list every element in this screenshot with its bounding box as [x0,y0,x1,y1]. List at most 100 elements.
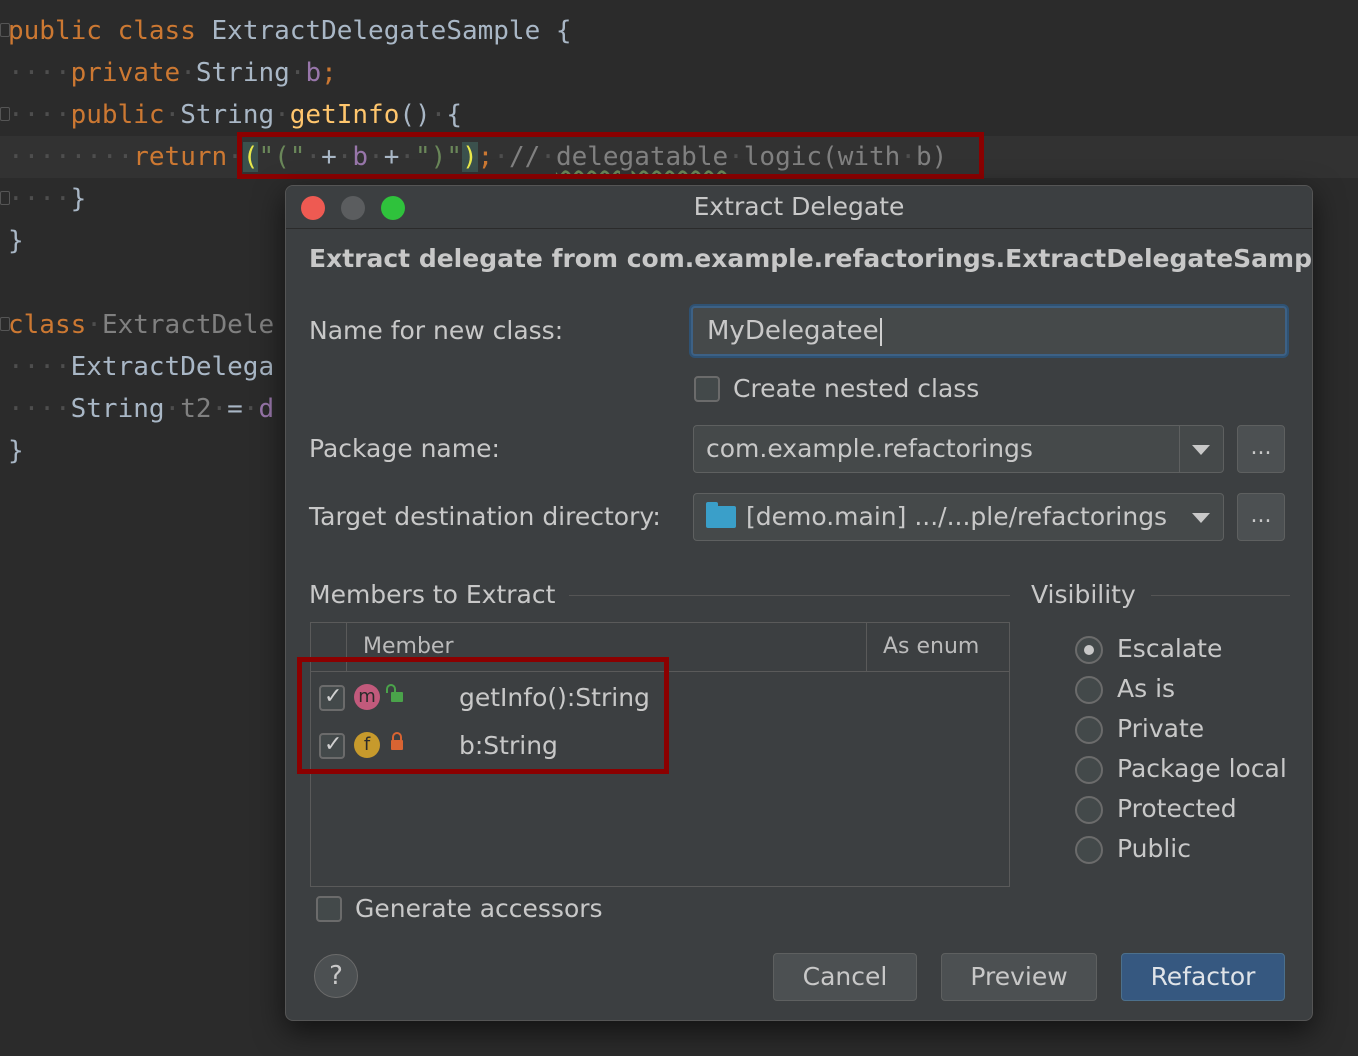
code-line[interactable]: ····} [8,178,86,220]
code-token: · [274,100,290,130]
target-browse-button[interactable]: ... [1237,493,1285,541]
code-token: () [399,100,431,130]
code-token: private [70,58,181,88]
code-token: getInfo [289,100,400,130]
code-line[interactable]: ····private·String·b; [8,52,337,94]
visibility-radio-escalate[interactable] [1075,636,1103,664]
visibility-label-escalate[interactable]: Escalate [1117,634,1222,663]
visibility-radio-as-is[interactable] [1075,676,1103,704]
section-divider [569,595,1010,596]
target-directory-label: Target destination directory: [309,502,661,531]
class-name-value: MyDelegatee [707,316,879,346]
code-token: · [180,58,196,88]
text-caret [879,317,882,346]
code-token: ExtractDelega [70,352,275,382]
create-nested-class-checkbox[interactable] [694,376,720,402]
package-label: Package name: [309,434,500,463]
code-token: ···· [8,58,71,88]
fold-marker-icon[interactable] [0,107,10,121]
package-browse-button[interactable]: ... [1237,425,1285,473]
code-token: class [117,16,196,46]
visibility-section-title: Visibility [1031,580,1136,609]
code-token: · [164,394,181,424]
visibility-label-public[interactable]: Public [1117,834,1191,863]
target-directory-combo[interactable]: [demo.main] .../...ple/refactorings [693,493,1224,541]
visibility-radio-private[interactable] [1075,716,1103,744]
code-token: t2 [180,394,212,424]
code-token: ExtractDelegateSample [211,16,541,46]
code-token: } [8,226,24,256]
chevron-down-icon[interactable] [1192,445,1210,455]
code-token: ···· [8,100,71,130]
class-name-input[interactable]: MyDelegatee [691,306,1287,356]
code-token: · [242,394,259,424]
code-token: ···· [8,394,71,424]
extract-delegate-dialog: Extract Delegate Extract delegate from c… [285,185,1313,1021]
visibility-radio-protected[interactable] [1075,796,1103,824]
package-name-value: com.example.refactorings [706,434,1033,463]
column-header-as-enum[interactable]: As enum [883,623,979,671]
code-token: d [258,394,275,424]
fold-marker-icon[interactable] [0,191,10,205]
code-token: ···· [8,184,71,214]
code-token: String [195,58,290,88]
help-button[interactable]: ? [314,954,358,998]
visibility-label-protected[interactable]: Protected [1117,794,1237,823]
visibility-label-as-is[interactable]: As is [1117,674,1175,703]
code-token: · [86,310,102,340]
visibility-label-package-local[interactable]: Package local [1117,754,1287,783]
code-token: { [446,100,462,130]
cancel-button[interactable]: Cancel [773,953,917,1001]
visibility-radio-public[interactable] [1075,836,1103,864]
code-token: return [133,142,228,172]
combo-separator [1179,426,1180,472]
code-line[interactable]: ····String·t2·=·d [8,388,274,430]
section-divider [1151,595,1290,596]
package-name-combo[interactable]: com.example.refactorings [693,425,1224,473]
code-token: public [70,100,165,130]
code-line[interactable]: } [8,220,24,262]
code-token: · [211,394,228,424]
code-token: { [555,16,572,46]
members-highlight-annotation [297,657,669,774]
generate-accessors-checkbox[interactable] [316,896,342,922]
members-section-title: Members to Extract [309,580,556,609]
dialog-heading: Extract delegate from com.example.refact… [309,244,1313,273]
fold-marker-icon[interactable] [0,23,10,37]
code-line[interactable]: ····public·String·getInfo()·{ [8,94,462,136]
visibility-radio-package-local[interactable] [1075,756,1103,784]
code-token: public [8,16,102,46]
code-line[interactable]: ····ExtractDelega [8,346,274,388]
code-highlight-annotation [237,132,984,179]
code-token: String [180,100,275,130]
code-token: ExtractDele [101,310,275,340]
code-token: } [70,184,87,214]
preview-button[interactable]: Preview [941,953,1097,1001]
code-token: class [8,310,87,340]
title-bar[interactable]: Extract Delegate [286,186,1312,229]
window-title: Extract Delegate [693,192,905,221]
target-directory-value: [demo.main] .../...ple/refactorings [746,502,1168,531]
code-line[interactable]: public class ExtractDelegateSample { [8,10,572,52]
code-token: = [227,394,243,424]
code-token: ; [321,58,337,88]
code-token: ···· [8,352,71,382]
refactor-button[interactable]: Refactor [1121,953,1285,1001]
code-token: b [305,58,322,88]
code-token: · [430,100,447,130]
code-line[interactable]: } [8,430,24,472]
generate-accessors-label[interactable]: Generate accessors [355,894,603,923]
code-token: } [8,436,24,466]
code-token: · [164,100,181,130]
column-separator [866,623,867,671]
visibility-label-private[interactable]: Private [1117,714,1204,743]
code-line[interactable]: class·ExtractDele [8,304,274,346]
create-nested-class-label[interactable]: Create nested class [733,374,979,403]
code-token: String [70,394,165,424]
fold-marker-icon[interactable] [0,317,10,331]
code-token: · [289,58,306,88]
chevron-down-icon[interactable] [1192,513,1210,523]
